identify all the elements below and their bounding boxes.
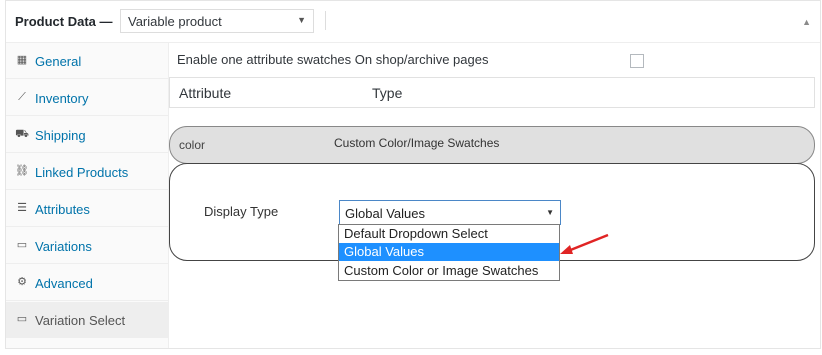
attribute-name: color [179,138,206,152]
tab-variation-select[interactable]: ▭ Variation Select [6,302,168,338]
attribute-row-toggle[interactable]: color Custom Color/Image Swatches [169,126,815,164]
display-type-select[interactable]: Global Values ▼ [339,200,561,225]
attribute-type: Custom Color/Image Swatches [334,136,500,150]
tab-label: Linked Products [35,165,129,180]
tab-advanced[interactable]: ⚙ Advanced [6,265,168,301]
attribute-table-header: Attribute Type [169,77,815,108]
header-divider [325,11,326,30]
chevron-down-icon: ▼ [546,208,554,217]
tab-shipping[interactable]: ⛟ Shipping [6,117,168,153]
tab-variations[interactable]: ▭ Variations [6,228,168,264]
display-type-dropdown-list: Default Dropdown Select Global Values Cu… [338,224,560,281]
panel-header: Product Data — Variable product ▼ ▲ [6,1,820,43]
product-type-value: Variable product [128,14,222,29]
tab-label: Shipping [35,128,86,143]
gear-icon: ⚙ [17,276,27,288]
tab-label: Variation Select [35,313,126,328]
product-data-tabs: ▦ General ⟋ Inventory ⛟ Shipping ⛓ Linke… [6,43,169,348]
option-custom-swatches[interactable]: Custom Color or Image Swatches [339,262,559,280]
product-data-panel: Product Data — Variable product ▼ ▲ ▦ Ge… [5,0,821,349]
chart-line-icon: ⟋ [18,91,26,103]
tab-linked-products[interactable]: ⛓ Linked Products [6,154,168,190]
tab-label: Advanced [35,276,93,291]
tab-label: Variations [35,239,92,254]
tab-inventory[interactable]: ⟋ Inventory [6,80,168,116]
chevron-down-icon: ▼ [297,15,306,25]
window-icon: ▭ [16,239,28,251]
enable-swatches-checkbox[interactable] [630,54,644,68]
column-header-attribute: Attribute [179,85,232,101]
product-data-title: Product Data — [15,14,113,29]
tab-label: Attributes [35,202,90,217]
tab-label: General [35,54,82,69]
tab-attributes[interactable]: ☰ Attributes [6,191,168,227]
product-type-select[interactable]: Variable product ▼ [120,9,314,33]
enable-swatches-label: Enable one attribute swatches On shop/ar… [177,52,489,67]
link-icon: ⛓ [15,165,29,177]
collapse-arrow-icon[interactable]: ▲ [802,17,811,27]
truck-icon: ⛟ [15,128,29,140]
window-icon: ▭ [16,313,28,325]
option-default-dropdown[interactable]: Default Dropdown Select [339,225,559,243]
variation-select-content: Enable one attribute swatches On shop/ar… [169,43,820,348]
option-global-values[interactable]: Global Values [339,243,559,261]
display-type-value: Global Values [345,206,425,221]
display-type-label: Display Type [204,204,279,219]
list-icon: ☰ [17,202,27,214]
tab-label: Inventory [35,91,89,106]
red-arrow-annotation-icon [560,233,609,254]
tab-general[interactable]: ▦ General [6,43,168,79]
settings-grid-icon: ▦ [16,54,28,66]
column-header-type: Type [372,85,403,101]
